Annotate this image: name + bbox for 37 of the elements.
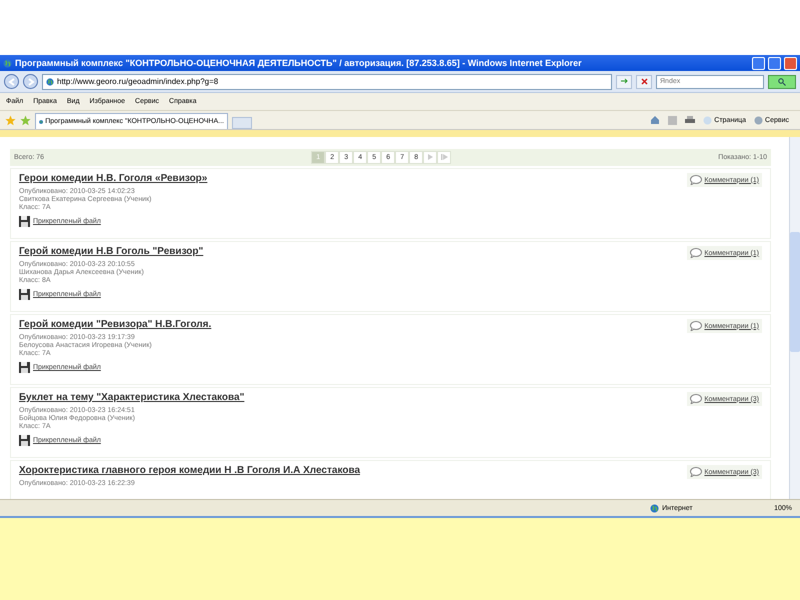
globe-icon: [46, 78, 54, 86]
address-field[interactable]: http://www.georo.ru/geoadmin/index.php?g=8: [42, 74, 612, 90]
speech-bubble-icon: [690, 394, 702, 404]
triangle-icon: [428, 154, 433, 160]
scrollbar[interactable]: [789, 137, 800, 499]
search-icon: [778, 78, 786, 86]
post-title-link[interactable]: Герой комедии Н.В Гоголь "Ревизор": [19, 246, 688, 257]
gear-icon: [754, 116, 764, 124]
post-title-link[interactable]: Герои комедии Н.В. Гоголя «Ревизор»: [19, 173, 688, 184]
speech-bubble-icon: [690, 248, 702, 258]
globe-icon: [650, 504, 660, 512]
refresh-button[interactable]: [616, 74, 632, 88]
star-icon[interactable]: [5, 114, 16, 126]
stop-button[interactable]: [636, 74, 652, 88]
post-title-link[interactable]: Хороктеристика главного героя комедии Н .В Гоголя И.А Хлестакова: [19, 465, 688, 476]
minimize-button[interactable]: [752, 56, 765, 70]
arrow-icon: [620, 78, 628, 85]
back-button[interactable]: [4, 74, 19, 89]
page-icon: [703, 116, 712, 124]
close-icon: [640, 78, 648, 85]
skip-end-icon: [440, 154, 448, 160]
close-button[interactable]: [784, 56, 797, 70]
speech-bubble-icon: [690, 467, 702, 477]
maximize-button[interactable]: [768, 56, 781, 70]
globe-icon: [39, 118, 44, 126]
forward-button[interactable]: [23, 74, 38, 89]
speech-bubble-icon: [690, 175, 702, 185]
home-icon[interactable]: [650, 115, 660, 125]
post-title-link[interactable]: Герой комедии "Ревизора" Н.В.Гоголя.: [19, 319, 688, 330]
feed-icon[interactable]: [668, 116, 678, 124]
window-title: Программный комплекс "КОНТРОЛЬНО-ОЦЕНОЧНАЯ ДЕЯТЕЛЬНОСТЬ" / авторизация. [87.253.8.65] - Windows Internet Explorer: [15, 58, 583, 68]
post-title-link[interactable]: Буклет на тему "Характеристика Хлестакова": [19, 392, 688, 403]
speech-bubble-icon: [690, 321, 702, 331]
search-button[interactable]: [768, 74, 796, 88]
globe-icon: [3, 58, 12, 68]
add-favorite-icon[interactable]: [20, 114, 31, 126]
printer-icon[interactable]: [685, 116, 696, 124]
